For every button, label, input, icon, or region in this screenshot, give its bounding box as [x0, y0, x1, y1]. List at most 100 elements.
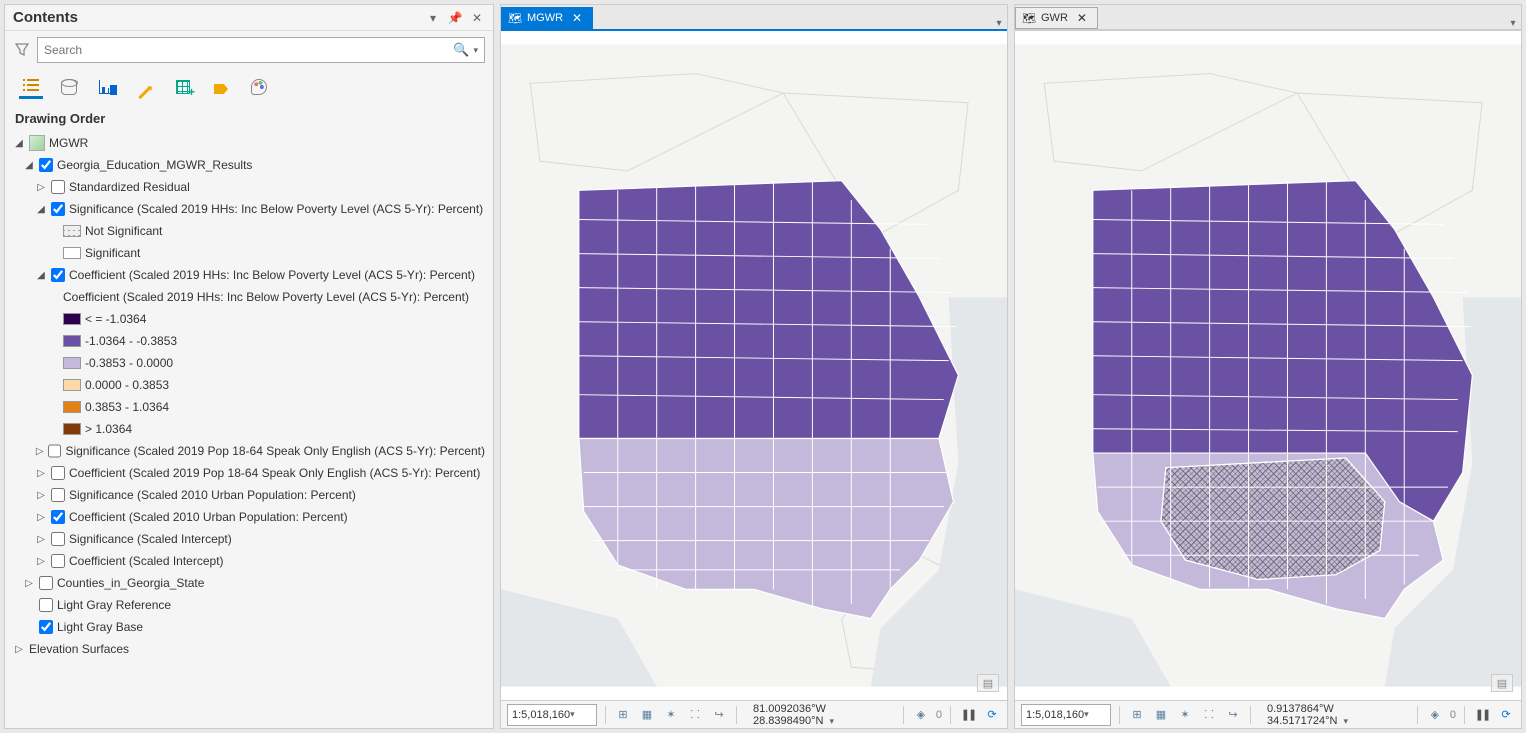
filter-icon[interactable]	[13, 41, 31, 59]
legend-label: Significant	[85, 246, 140, 260]
inference-icon[interactable]: ⸬	[686, 706, 704, 724]
color-swatch	[63, 335, 81, 347]
list-symbology-button[interactable]	[247, 75, 271, 99]
expand-icon[interactable]: ▷	[23, 578, 35, 589]
close-tab-icon[interactable]: ✕	[1077, 11, 1087, 25]
coordinates-readout[interactable]: 81.0092036°W 28.8398490°N▾	[745, 703, 895, 727]
search-input[interactable]	[44, 43, 453, 57]
autohide-dropdown-icon[interactable]: ▾	[425, 10, 441, 26]
pause-drawing-icon[interactable]: ❚❚	[959, 706, 977, 724]
grid-tool-icon[interactable]: ⊞	[1128, 706, 1146, 724]
layer-label[interactable]: Light Gray Base	[57, 620, 143, 634]
layer-label[interactable]: Coefficient (Scaled 2010 Urban Populatio…	[69, 510, 348, 524]
snap-grid-icon[interactable]: ▦	[638, 706, 656, 724]
close-tab-icon[interactable]: ✕	[572, 11, 582, 25]
close-panel-icon[interactable]: ✕	[469, 10, 485, 26]
list-drawing-order-button[interactable]	[19, 75, 43, 99]
tab-gwr[interactable]: 🗺 GWR ✕	[1015, 7, 1098, 29]
selected-features-icon[interactable]: ◈	[1426, 706, 1444, 724]
layer-label[interactable]: Coefficient (Scaled 2019 Pop 18-64 Speak…	[69, 466, 480, 480]
layer-checkbox[interactable]	[39, 598, 53, 612]
list-editing-button[interactable]	[133, 75, 157, 99]
layer-label[interactable]: Significance (Scaled Intercept)	[69, 532, 232, 546]
expand-icon[interactable]: ▷	[13, 644, 25, 655]
expand-icon[interactable]: ▷	[35, 534, 47, 545]
expand-icon[interactable]: ◢	[35, 204, 47, 215]
layer-label[interactable]: Coefficient (Scaled Intercept)	[69, 554, 224, 568]
layer-tree: ◢ MGWR ◢ Georgia_Education_MGWR_Results ▷ S…	[5, 132, 493, 728]
attribution-icon[interactable]: ▤	[977, 674, 999, 692]
layer-label[interactable]: Georgia_Education_MGWR_Results	[57, 158, 252, 172]
layer-checkbox[interactable]	[39, 620, 53, 634]
layer-label[interactable]: Coefficient (Scaled 2019 HHs: Inc Below …	[69, 268, 475, 282]
map-frame-label[interactable]: MGWR	[49, 136, 88, 150]
list-selection-button[interactable]	[95, 75, 119, 99]
expand-icon[interactable]: ◢	[23, 160, 35, 171]
layer-label[interactable]: Significance (Scaled 2019 Pop 18-64 Spea…	[65, 444, 485, 458]
expand-icon[interactable]: ▷	[35, 182, 47, 193]
layer-label[interactable]: Counties_in_Georgia_State	[57, 576, 204, 590]
layer-checkbox[interactable]	[51, 466, 65, 480]
tab-mgwr[interactable]: 🗺 MGWR ✕	[501, 7, 593, 29]
correction-icon[interactable]: ↪	[1224, 706, 1242, 724]
tab-label: GWR	[1041, 12, 1068, 24]
layer-checkbox[interactable]	[51, 532, 65, 546]
expand-icon[interactable]: ▷	[35, 556, 47, 567]
expand-icon[interactable]: ◢	[35, 270, 47, 281]
layer-checkbox[interactable]	[51, 268, 65, 282]
layer-checkbox[interactable]	[51, 180, 65, 194]
search-dropdown-icon[interactable]: ▾	[473, 45, 478, 56]
map-canvas-gwr[interactable]: ▤	[1015, 29, 1521, 700]
list-labeling-button[interactable]	[209, 75, 233, 99]
layer-label[interactable]: Significance (Scaled 2019 HHs: Inc Below…	[69, 202, 483, 216]
layer-label[interactable]: Light Gray Reference	[57, 598, 171, 612]
search-icon[interactable]: 🔍	[453, 42, 469, 58]
expand-icon[interactable]: ▷	[35, 446, 44, 457]
expand-icon[interactable]: ▷	[35, 468, 47, 479]
coordinates-readout[interactable]: 0.9137864°W 34.5171724°N▾	[1259, 703, 1409, 727]
layer-checkbox[interactable]	[51, 488, 65, 502]
list-snapping-button[interactable]	[171, 75, 195, 99]
refresh-icon[interactable]: ⟳	[1497, 706, 1515, 724]
color-swatch	[63, 401, 81, 413]
expand-icon[interactable]: ▷	[35, 512, 47, 523]
constraints-icon[interactable]: ✶	[1176, 706, 1194, 724]
pin-icon[interactable]: 📌	[447, 10, 463, 26]
expand-icon[interactable]: ▷	[35, 490, 47, 501]
layer-checkbox[interactable]	[39, 576, 53, 590]
legend-item: > 1.0364	[13, 418, 485, 440]
selection-count: 0	[936, 709, 942, 721]
tab-menu-icon[interactable]: ▾	[991, 18, 1007, 29]
scale-selector[interactable]: 1:5,018,160▾	[507, 704, 597, 726]
constraints-icon[interactable]: ✶	[662, 706, 680, 724]
map-canvas-mgwr[interactable]: ▤	[501, 29, 1007, 700]
inference-icon[interactable]: ⸬	[1200, 706, 1218, 724]
snap-grid-icon[interactable]: ▦	[1152, 706, 1170, 724]
correction-icon[interactable]: ↪	[710, 706, 728, 724]
status-bar-mgwr: 1:5,018,160▾ ⊞ ▦ ✶ ⸬ ↪ 81.0092036°W 28.8…	[501, 700, 1007, 728]
attribution-icon[interactable]: ▤	[1491, 674, 1513, 692]
list-data-source-button[interactable]	[57, 75, 81, 99]
pause-drawing-icon[interactable]: ❚❚	[1473, 706, 1491, 724]
layer-label[interactable]: Standardized Residual	[69, 180, 190, 194]
selected-features-icon[interactable]: ◈	[912, 706, 930, 724]
grid-tool-icon[interactable]: ⊞	[614, 706, 632, 724]
elevation-surfaces-label[interactable]: Elevation Surfaces	[29, 642, 129, 656]
layer-checkbox[interactable]	[48, 444, 61, 458]
layer-checkbox[interactable]	[51, 554, 65, 568]
contents-toolbar	[5, 69, 493, 101]
scale-selector[interactable]: 1:5,018,160▾	[1021, 704, 1111, 726]
refresh-icon[interactable]: ⟳	[983, 706, 1001, 724]
layer-checkbox[interactable]	[51, 202, 65, 216]
tab-menu-icon[interactable]: ▾	[1505, 18, 1521, 29]
color-swatch	[63, 423, 81, 435]
legend-title: Coefficient (Scaled 2019 HHs: Inc Below …	[63, 290, 469, 304]
layer-checkbox[interactable]	[39, 158, 53, 172]
expand-icon[interactable]: ◢	[13, 138, 25, 149]
significant-swatch	[63, 247, 81, 259]
search-box[interactable]: 🔍 ▾	[37, 37, 485, 63]
layer-label[interactable]: Significance (Scaled 2010 Urban Populati…	[69, 488, 356, 502]
layer-checkbox[interactable]	[51, 510, 65, 524]
selection-count: 0	[1450, 709, 1456, 721]
status-bar-gwr: 1:5,018,160▾ ⊞ ▦ ✶ ⸬ ↪ 0.9137864°W 34.51…	[1015, 700, 1521, 728]
